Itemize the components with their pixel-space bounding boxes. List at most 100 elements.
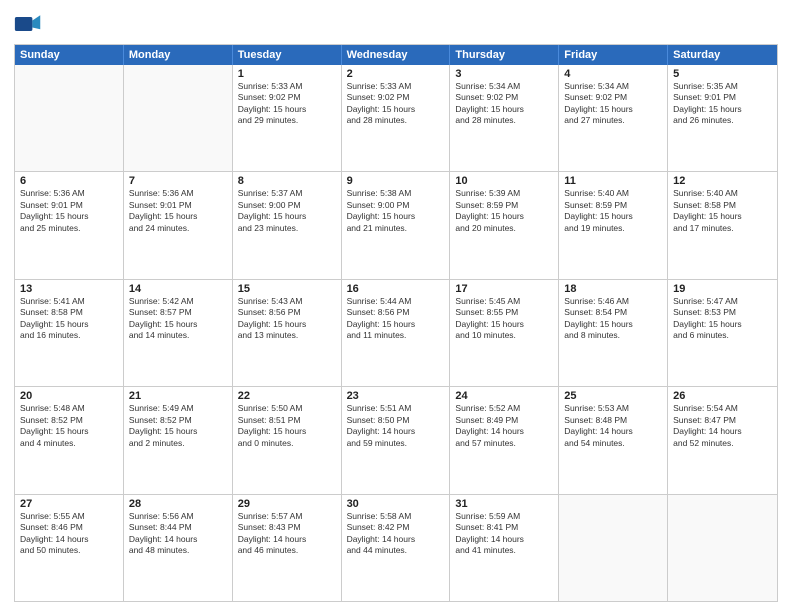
- cell-info-line: and 24 minutes.: [129, 223, 227, 234]
- cell-info-line: Daylight: 15 hours: [455, 319, 553, 330]
- day-cell-17: 17Sunrise: 5:45 AMSunset: 8:55 PMDayligh…: [450, 280, 559, 386]
- cell-info-line: Sunset: 9:02 PM: [564, 92, 662, 103]
- cell-info-line: Sunset: 8:58 PM: [20, 307, 118, 318]
- cell-info-line: Sunrise: 5:33 AM: [238, 81, 336, 92]
- cell-info-line: Sunset: 9:01 PM: [20, 200, 118, 211]
- cell-info-line: Sunrise: 5:45 AM: [455, 296, 553, 307]
- day-cell-23: 23Sunrise: 5:51 AMSunset: 8:50 PMDayligh…: [342, 387, 451, 493]
- cell-info-line: and 50 minutes.: [20, 545, 118, 556]
- cell-info-line: and 27 minutes.: [564, 115, 662, 126]
- cell-info-line: Daylight: 15 hours: [564, 104, 662, 115]
- day-cell-26: 26Sunrise: 5:54 AMSunset: 8:47 PMDayligh…: [668, 387, 777, 493]
- cell-info-line: Daylight: 14 hours: [238, 534, 336, 545]
- day-cell-7: 7Sunrise: 5:36 AMSunset: 9:01 PMDaylight…: [124, 172, 233, 278]
- cell-info-line: and 46 minutes.: [238, 545, 336, 556]
- cell-info-line: Sunset: 8:55 PM: [455, 307, 553, 318]
- cell-info-line: Sunset: 9:02 PM: [238, 92, 336, 103]
- day-cell-4: 4Sunrise: 5:34 AMSunset: 9:02 PMDaylight…: [559, 65, 668, 171]
- day-cell-2: 2Sunrise: 5:33 AMSunset: 9:02 PMDaylight…: [342, 65, 451, 171]
- cell-info-line: and 23 minutes.: [238, 223, 336, 234]
- day-cell-empty: [124, 65, 233, 171]
- cell-info-line: Daylight: 15 hours: [347, 319, 445, 330]
- cell-info-line: Sunset: 8:56 PM: [238, 307, 336, 318]
- cell-info-line: Sunset: 9:00 PM: [347, 200, 445, 211]
- cell-info-line: Sunrise: 5:56 AM: [129, 511, 227, 522]
- day-number: 3: [455, 68, 553, 80]
- cell-info-line: Daylight: 15 hours: [238, 426, 336, 437]
- day-number: 25: [564, 390, 662, 402]
- day-number: 23: [347, 390, 445, 402]
- cell-info-line: Sunrise: 5:54 AM: [673, 403, 772, 414]
- header-day-saturday: Saturday: [668, 45, 777, 65]
- day-number: 9: [347, 175, 445, 187]
- day-cell-3: 3Sunrise: 5:34 AMSunset: 9:02 PMDaylight…: [450, 65, 559, 171]
- day-number: 6: [20, 175, 118, 187]
- cell-info-line: Sunset: 8:54 PM: [564, 307, 662, 318]
- cell-info-line: Daylight: 15 hours: [564, 319, 662, 330]
- cell-info-line: Sunrise: 5:34 AM: [564, 81, 662, 92]
- cell-info-line: Sunset: 8:49 PM: [455, 415, 553, 426]
- cell-info-line: Sunset: 8:42 PM: [347, 522, 445, 533]
- cell-info-line: and 28 minutes.: [455, 115, 553, 126]
- day-cell-8: 8Sunrise: 5:37 AMSunset: 9:00 PMDaylight…: [233, 172, 342, 278]
- cell-info-line: Daylight: 15 hours: [20, 426, 118, 437]
- day-number: 16: [347, 283, 445, 295]
- cell-info-line: Sunrise: 5:47 AM: [673, 296, 772, 307]
- cell-info-line: Sunset: 8:59 PM: [564, 200, 662, 211]
- cell-info-line: Sunrise: 5:50 AM: [238, 403, 336, 414]
- day-number: 26: [673, 390, 772, 402]
- day-cell-11: 11Sunrise: 5:40 AMSunset: 8:59 PMDayligh…: [559, 172, 668, 278]
- cell-info-line: and 59 minutes.: [347, 438, 445, 449]
- cell-info-line: and 52 minutes.: [673, 438, 772, 449]
- day-cell-10: 10Sunrise: 5:39 AMSunset: 8:59 PMDayligh…: [450, 172, 559, 278]
- cell-info-line: Daylight: 15 hours: [673, 104, 772, 115]
- day-cell-9: 9Sunrise: 5:38 AMSunset: 9:00 PMDaylight…: [342, 172, 451, 278]
- day-number: 21: [129, 390, 227, 402]
- cell-info-line: Daylight: 15 hours: [673, 319, 772, 330]
- logo-icon: [14, 10, 42, 38]
- cell-info-line: and 41 minutes.: [455, 545, 553, 556]
- cell-info-line: and 10 minutes.: [455, 330, 553, 341]
- cell-info-line: Daylight: 15 hours: [564, 211, 662, 222]
- day-cell-14: 14Sunrise: 5:42 AMSunset: 8:57 PMDayligh…: [124, 280, 233, 386]
- header-day-tuesday: Tuesday: [233, 45, 342, 65]
- cell-info-line: Sunset: 8:44 PM: [129, 522, 227, 533]
- cell-info-line: Sunrise: 5:39 AM: [455, 188, 553, 199]
- cell-info-line: and 16 minutes.: [20, 330, 118, 341]
- cell-info-line: Sunset: 8:43 PM: [238, 522, 336, 533]
- cell-info-line: Sunset: 9:01 PM: [129, 200, 227, 211]
- cell-info-line: Sunset: 8:58 PM: [673, 200, 772, 211]
- cell-info-line: Sunrise: 5:59 AM: [455, 511, 553, 522]
- cell-info-line: Sunset: 9:01 PM: [673, 92, 772, 103]
- cell-info-line: Sunrise: 5:36 AM: [129, 188, 227, 199]
- cell-info-line: Sunrise: 5:38 AM: [347, 188, 445, 199]
- day-cell-20: 20Sunrise: 5:48 AMSunset: 8:52 PMDayligh…: [15, 387, 124, 493]
- day-number: 7: [129, 175, 227, 187]
- day-number: 22: [238, 390, 336, 402]
- day-number: 11: [564, 175, 662, 187]
- header: [14, 10, 778, 38]
- day-number: 30: [347, 498, 445, 510]
- day-number: 18: [564, 283, 662, 295]
- cell-info-line: and 4 minutes.: [20, 438, 118, 449]
- cell-info-line: Sunrise: 5:33 AM: [347, 81, 445, 92]
- cell-info-line: Sunset: 8:41 PM: [455, 522, 553, 533]
- cell-info-line: and 6 minutes.: [673, 330, 772, 341]
- cell-info-line: Sunset: 8:59 PM: [455, 200, 553, 211]
- day-cell-empty: [15, 65, 124, 171]
- calendar-body: 1Sunrise: 5:33 AMSunset: 9:02 PMDaylight…: [15, 65, 777, 601]
- cell-info-line: Sunset: 8:50 PM: [347, 415, 445, 426]
- day-number: 4: [564, 68, 662, 80]
- cell-info-line: Sunrise: 5:40 AM: [564, 188, 662, 199]
- cell-info-line: and 19 minutes.: [564, 223, 662, 234]
- cell-info-line: Sunrise: 5:34 AM: [455, 81, 553, 92]
- day-number: 1: [238, 68, 336, 80]
- cell-info-line: and 21 minutes.: [347, 223, 445, 234]
- cell-info-line: Daylight: 15 hours: [129, 426, 227, 437]
- cell-info-line: and 8 minutes.: [564, 330, 662, 341]
- day-number: 13: [20, 283, 118, 295]
- cell-info-line: Sunrise: 5:42 AM: [129, 296, 227, 307]
- day-cell-empty: [559, 495, 668, 601]
- calendar: SundayMondayTuesdayWednesdayThursdayFrid…: [14, 44, 778, 602]
- cell-info-line: Sunset: 8:46 PM: [20, 522, 118, 533]
